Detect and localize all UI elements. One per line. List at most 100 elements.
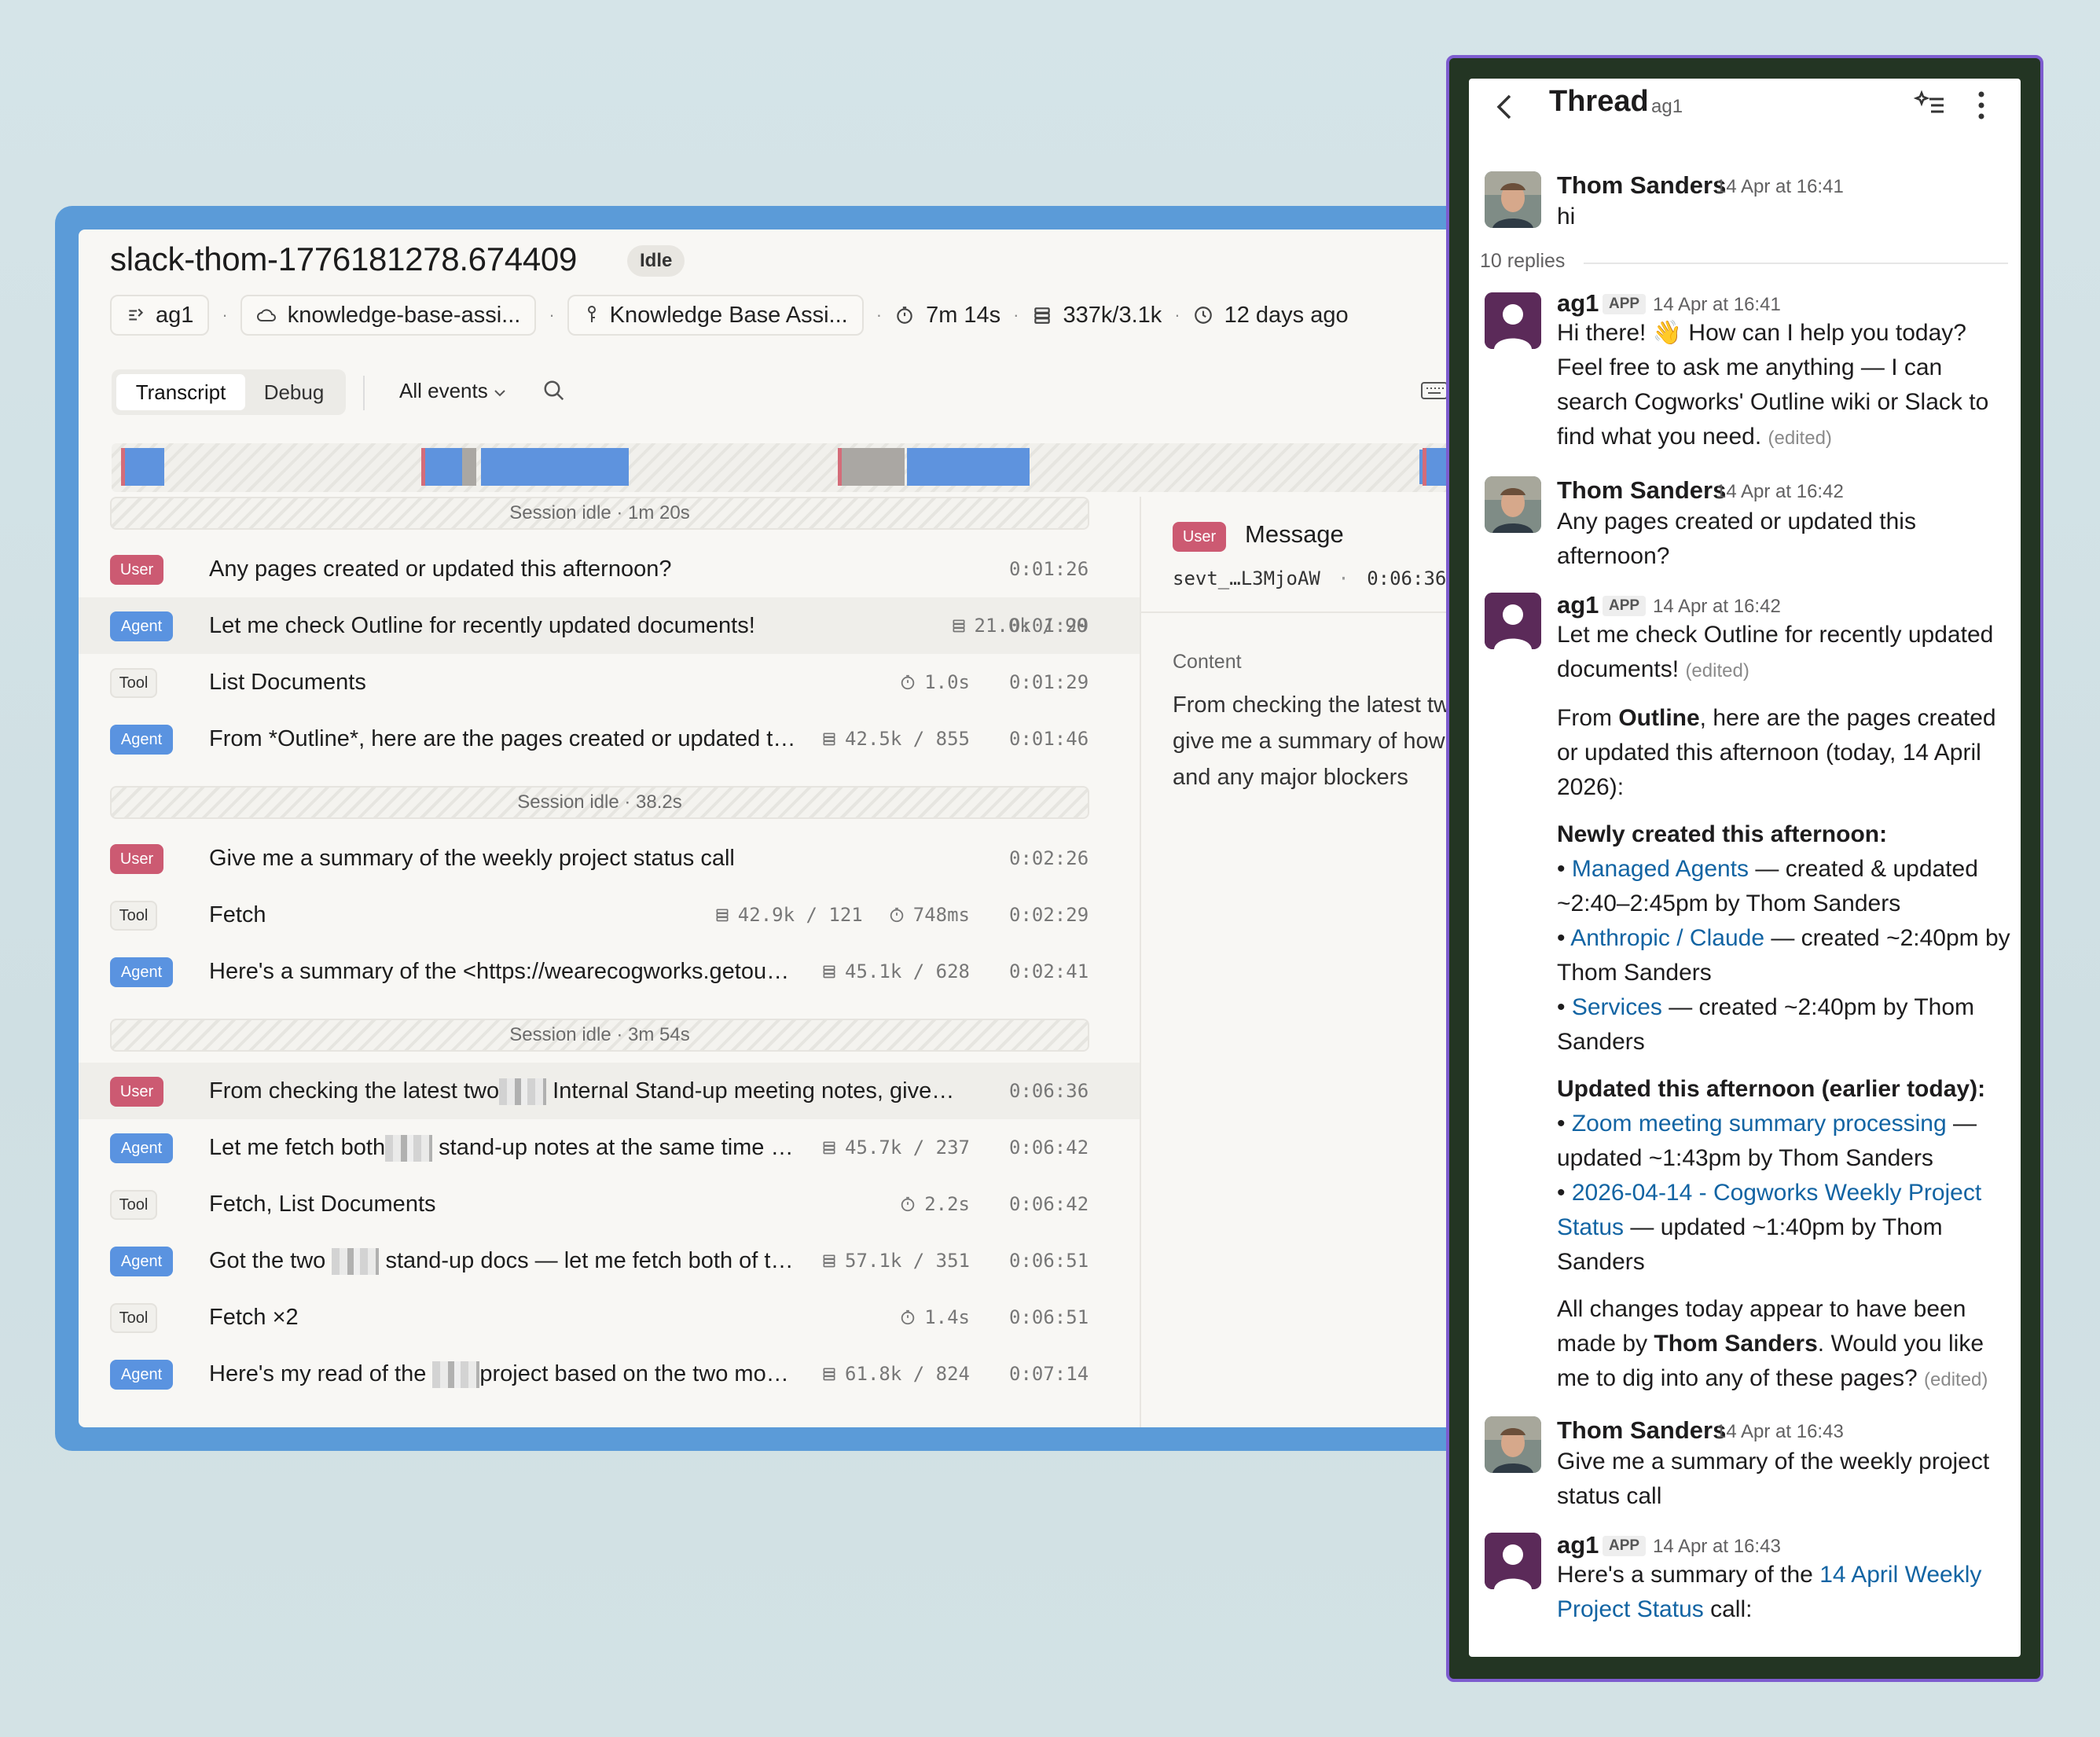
event-text: Got the two stand-up docs — let me fetch… <box>209 1232 793 1289</box>
app-avatar[interactable] <box>1485 292 1541 349</box>
message-text-bold: Thom Sanders <box>1654 1331 1818 1357</box>
event-row[interactable]: Agent Here's my read of the project base… <box>79 1346 1140 1402</box>
meta-separator: · <box>1013 305 1019 325</box>
timeline-segment[interactable] <box>481 448 629 486</box>
outline-link[interactable]: Zoom meeting summary processing <box>1572 1111 1947 1137</box>
app-avatar[interactable] <box>1485 1533 1541 1589</box>
message-time[interactable]: 14 Apr at 16:41 <box>1716 176 1844 198</box>
event-metric: 57.1k / 351 <box>821 1232 970 1289</box>
environment-chip[interactable]: knowledge-base-assi... <box>240 295 537 336</box>
redacted-block <box>332 1248 380 1276</box>
event-row[interactable]: User Any pages created or updated this a… <box>79 541 1140 597</box>
outline-link[interactable]: Services <box>1572 994 1662 1020</box>
timeline-segment[interactable] <box>462 448 476 486</box>
edited-label: (edited) <box>1768 428 1832 449</box>
event-tag: Tool <box>110 1190 157 1220</box>
meta-separator: · <box>549 305 555 325</box>
assistant-chip[interactable]: Knowledge Base Assi... <box>567 295 864 336</box>
message-text: Here's a summary of the <box>1557 1562 1820 1588</box>
message-time[interactable]: 14 Apr at 16:42 <box>1716 481 1844 503</box>
avatar[interactable] <box>1485 476 1541 533</box>
message-time[interactable]: 14 Apr at 16:43 <box>1716 1421 1844 1443</box>
event-row[interactable]: Tool Fetch 42.9k / 121 748ms 0:02:29 <box>79 887 1140 943</box>
message-author[interactable]: ag1 <box>1557 591 1599 619</box>
event-row[interactable]: Agent Here's a summary of the <https://w… <box>79 943 1140 1000</box>
timeline-segment[interactable] <box>121 448 164 486</box>
event-text-part: project based on the two mo… <box>479 1361 789 1386</box>
event-row[interactable]: Agent Let me fetch both stand-up notes a… <box>79 1119 1140 1176</box>
meta-separator: · <box>1338 567 1349 589</box>
message-time[interactable]: 14 Apr at 16:41 <box>1653 294 1781 316</box>
event-text-part: stand-up docs — let me fetch both of t… <box>385 1248 794 1273</box>
divider <box>1584 263 2008 264</box>
back-arrow-icon[interactable] <box>1492 90 1514 124</box>
event-metric: 45.1k / 628 <box>821 943 970 1000</box>
outline-link[interactable]: Anthropic / Claude <box>1570 925 1764 951</box>
avatar[interactable] <box>1485 1416 1541 1473</box>
message-author[interactable]: Thom Sanders <box>1557 476 1726 505</box>
message-author[interactable]: ag1 <box>1557 1531 1599 1559</box>
reply-count: 10 replies <box>1480 250 1566 272</box>
event-tag: Agent <box>110 957 173 987</box>
message-body: Any pages created or updated this aftern… <box>1557 509 1916 569</box>
event-row-selected[interactable]: User From checking the latest two Intern… <box>79 1063 1140 1119</box>
message-author[interactable]: Thom Sanders <box>1557 1416 1726 1445</box>
timeline-segment[interactable] <box>838 448 905 486</box>
detail-time: 0:06:36 <box>1367 567 1447 589</box>
app-avatar[interactable] <box>1485 593 1541 649</box>
event-tag: User <box>110 555 163 585</box>
duration-value: 1.0s <box>924 671 970 693</box>
tab-debug[interactable]: Debug <box>247 374 341 410</box>
agent-icon <box>129 308 144 321</box>
keyboard-icon[interactable] <box>1421 380 1448 401</box>
event-row[interactable]: User Give me a summary of the weekly pro… <box>79 830 1140 887</box>
event-time: 0:06:42 <box>1009 1193 1089 1215</box>
stopwatch-icon <box>901 674 915 690</box>
meta-separator: · <box>1174 305 1180 325</box>
session-console: slack-thom-1776181278.674409 Idle ag1 · … <box>79 230 1540 1427</box>
event-filter-dropdown[interactable]: All events <box>399 379 506 403</box>
message-time[interactable]: 14 Apr at 16:42 <box>1653 596 1781 618</box>
environment-name: knowledge-base-assi... <box>287 302 521 328</box>
event-metric: 1.0s <box>899 654 970 711</box>
message-body: Hi there! 👋 How can I help you today? Fe… <box>1557 316 2013 456</box>
event-row[interactable]: Tool Fetch ×2 1.4s 0:06:51 <box>79 1289 1140 1346</box>
timeline-segment[interactable] <box>907 448 1030 486</box>
message-body: Here's a summary of the 14 April Weekly … <box>1557 1558 2013 1627</box>
event-tag: Agent <box>110 725 173 755</box>
event-metric: 61.8k / 824 <box>821 1346 970 1402</box>
event-row[interactable]: Tool Fetch, List Documents 2.2s 0:06:42 <box>79 1176 1140 1232</box>
event-time: 0:06:51 <box>1009 1250 1089 1272</box>
event-text-part: Internal Stand-up meeting notes, give… <box>553 1078 955 1104</box>
event-time: 0:01:29 <box>1009 615 1089 637</box>
event-row[interactable]: Tool List Documents 1.0s 0:01:29 <box>79 654 1140 711</box>
search-icon[interactable] <box>542 379 566 402</box>
message-text-bold: Outline <box>1618 705 1700 731</box>
event-row[interactable]: Agent From *Outline*, here are the pages… <box>79 711 1140 767</box>
event-timeline[interactable] <box>112 443 1540 492</box>
event-tag: User <box>110 844 163 874</box>
message-time[interactable]: 14 Apr at 16:43 <box>1653 1536 1781 1558</box>
message-body: Let me check Outline for recently update… <box>1557 618 2013 1397</box>
agent-chip[interactable]: ag1 <box>110 295 210 336</box>
tab-transcript[interactable]: Transcript <box>116 374 245 410</box>
event-text: Any pages created or updated this aftern… <box>209 556 672 582</box>
message-author[interactable]: Thom Sanders <box>1557 171 1726 200</box>
token-count: 42.9k / 121 <box>737 904 863 926</box>
event-row[interactable]: Agent Let me check Outline for recently … <box>79 597 1140 654</box>
event-row[interactable]: Agent Got the two stand-up docs — let me… <box>79 1232 1140 1289</box>
stopwatch-icon <box>890 907 903 923</box>
message-author[interactable]: ag1 <box>1557 289 1599 318</box>
duration-value: 2.2s <box>924 1193 970 1215</box>
stopwatch-icon <box>901 1196 915 1212</box>
timeline-segment[interactable] <box>421 448 466 486</box>
session-title: slack-thom-1776181278.674409 <box>110 241 578 277</box>
event-list: Session idle · 1m 20s User Any pages cre… <box>79 497 1141 1427</box>
stopwatch-icon <box>901 1309 915 1325</box>
event-time: 0:02:29 <box>1009 904 1089 926</box>
outline-link[interactable]: Managed Agents <box>1572 856 1749 882</box>
avatar[interactable] <box>1485 171 1541 228</box>
ai-summary-icon[interactable] <box>1914 88 1948 119</box>
more-options-icon[interactable] <box>1977 90 1986 121</box>
event-id[interactable]: sevt_…L3MjoAW <box>1173 567 1320 589</box>
